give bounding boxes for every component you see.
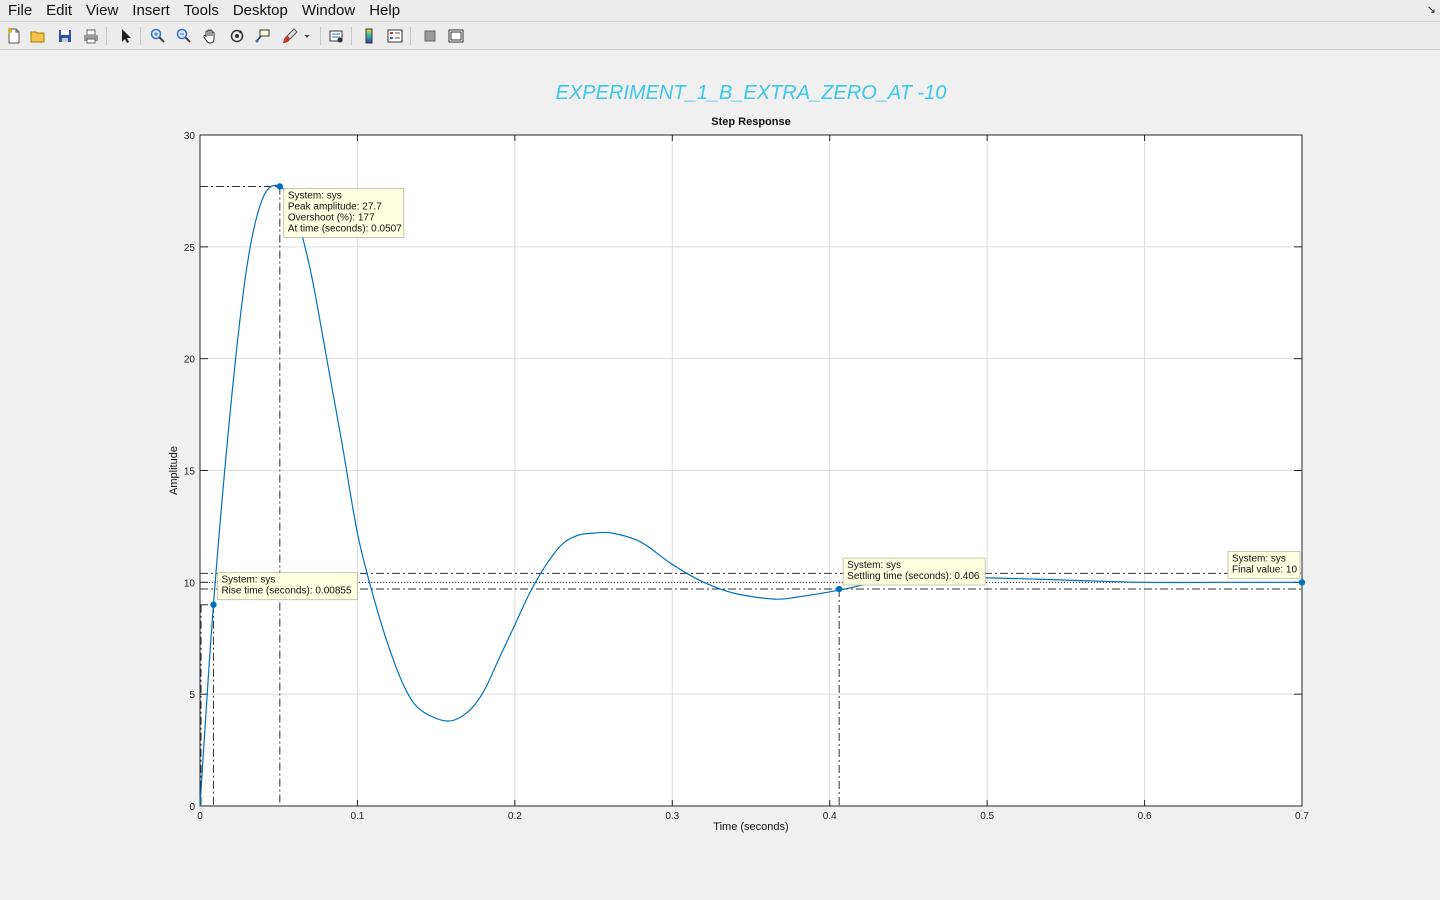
datatip-peak-marker[interactable] [276, 183, 284, 190]
y-tick-label: 15 [184, 467, 196, 478]
chevron-down-icon[interactable] [300, 26, 314, 46]
y-tick-label: 0 [189, 802, 195, 813]
x-tick-label: 0.2 [508, 811, 522, 822]
brush-icon[interactable] [280, 26, 300, 46]
y-tick-label: 20 [184, 355, 196, 366]
datatip-settling-marker[interactable] [835, 585, 843, 593]
dock-arrow-icon[interactable]: ↘ [1427, 3, 1436, 16]
datatip-rise-line: Rise time (seconds): 0.00855 [221, 586, 352, 597]
datatip-final-line: System: sys [1232, 553, 1286, 564]
y-tick-label: 25 [184, 243, 196, 254]
datatip-settling-line: Settling time (seconds): 0.406 [847, 571, 980, 582]
x-tick-label: 0.7 [1295, 811, 1309, 822]
print-icon[interactable] [81, 26, 101, 46]
link-plot-icon[interactable] [326, 26, 346, 46]
pan-hand-icon[interactable] [200, 26, 220, 46]
datatip-peak-line: Overshoot (%): 177 [288, 212, 375, 223]
zoom-out-icon[interactable] [174, 26, 194, 46]
hide-plot-tools-icon[interactable] [420, 26, 440, 46]
show-plot-tools-icon[interactable] [446, 26, 466, 46]
menu-window[interactable]: Window [295, 0, 362, 21]
datatip-final-line: Final value: 10 [1232, 564, 1297, 575]
zoom-in-icon[interactable] [148, 26, 168, 46]
save-icon[interactable] [55, 26, 75, 46]
y-tick-label: 30 [184, 131, 196, 142]
menu-desktop[interactable]: Desktop [226, 0, 295, 21]
toolbar-separator [320, 27, 321, 45]
figure-canvas: EXPERIMENT_1_B_EXTRA_ZERO_AT -10 Step Res… [0, 50, 1440, 900]
new-figure-icon[interactable] [4, 26, 24, 46]
datatip-settling-line: System: sys [847, 560, 901, 571]
datatip-rise-marker[interactable] [210, 601, 217, 608]
datatip-peak-line: System: sys [288, 190, 342, 201]
legend-icon[interactable] [385, 26, 405, 46]
y-tick-label: 10 [184, 578, 196, 589]
axes-title: Step Response [711, 116, 790, 128]
x-tick-label: 0.4 [823, 811, 837, 822]
toolbar-separator [106, 27, 107, 45]
menu-insert[interactable]: Insert [125, 0, 177, 21]
step-response-plot: EXPERIMENT_1_B_EXTRA_ZERO_AT -10 Step Res… [168, 82, 1309, 833]
datatip-final-marker[interactable] [1298, 579, 1306, 586]
rotate-3d-icon[interactable] [227, 26, 247, 46]
toolbar-separator [140, 27, 141, 45]
menu-bar: File Edit View Insert Tools Desktop Wind… [0, 0, 1440, 22]
x-tick-label: 0.6 [1138, 811, 1152, 822]
datatip-peak-line: Peak amplitude: 27.7 [288, 201, 382, 212]
colorbar-icon[interactable] [359, 26, 379, 46]
x-tick-label: 0.1 [350, 811, 364, 822]
datatip-rise-line: System: sys [221, 575, 275, 586]
menu-help[interactable]: Help [362, 0, 407, 21]
y-axis-label: Amplitude [168, 446, 180, 495]
toolbar-separator [351, 27, 352, 45]
open-folder-icon[interactable] [28, 26, 48, 46]
datatip-peak-line: At time (seconds): 0.0507 [288, 223, 402, 234]
x-tick-label: 0.3 [665, 811, 679, 822]
select-arrow-icon[interactable] [116, 26, 136, 46]
y-tick-label: 5 [189, 690, 195, 701]
figure-toolbar [0, 22, 1440, 50]
menu-edit[interactable]: Edit [39, 0, 79, 21]
menu-tools[interactable]: Tools [177, 0, 226, 21]
x-tick-label: 0 [197, 811, 203, 822]
menu-view[interactable]: View [79, 0, 125, 21]
x-tick-label: 0.5 [980, 811, 994, 822]
menu-file[interactable]: File [0, 0, 39, 21]
data-cursor-icon[interactable] [252, 26, 272, 46]
x-axis-label: Time (seconds) [713, 821, 788, 833]
figure-suptitle: EXPERIMENT_1_B_EXTRA_ZERO_AT -10 [556, 82, 947, 104]
toolbar-separator [410, 27, 411, 45]
